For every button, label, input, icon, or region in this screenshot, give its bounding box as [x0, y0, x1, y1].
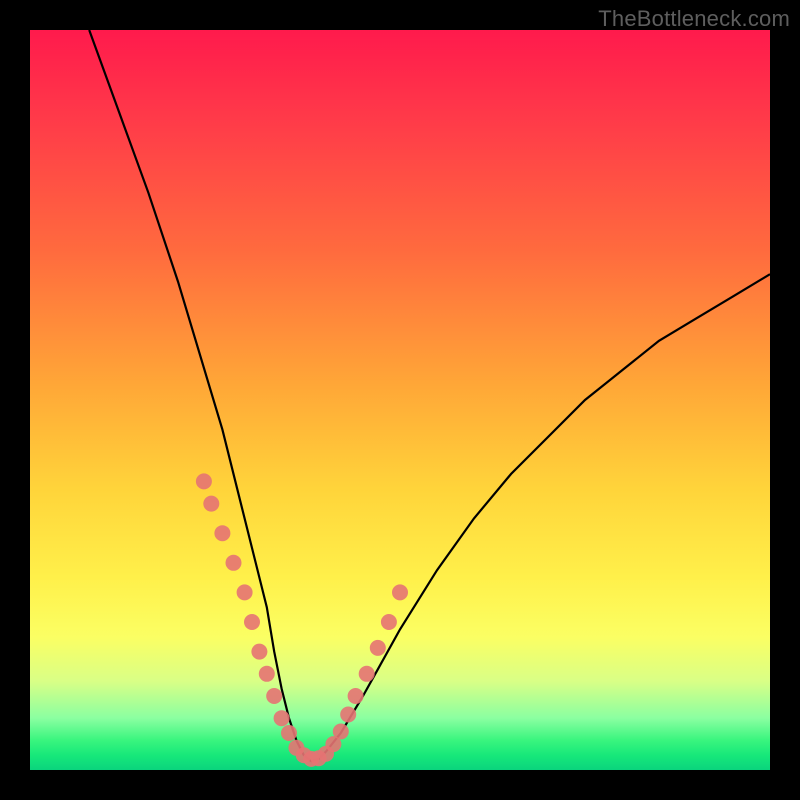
highlight-dot	[370, 640, 386, 656]
curve-line	[89, 30, 770, 761]
highlight-dot	[196, 473, 212, 489]
highlight-dot	[214, 525, 230, 541]
plot-area	[30, 30, 770, 770]
highlight-dot	[226, 555, 242, 571]
bottleneck-curve	[30, 30, 770, 770]
highlight-dot	[244, 614, 260, 630]
highlight-dot	[381, 614, 397, 630]
highlight-dot	[274, 710, 290, 726]
highlight-dots	[196, 473, 408, 767]
highlight-dot	[281, 725, 297, 741]
chart-frame: TheBottleneck.com	[0, 0, 800, 800]
watermark-text: TheBottleneck.com	[598, 6, 790, 32]
highlight-dot	[237, 584, 253, 600]
highlight-dot	[266, 688, 282, 704]
highlight-dot	[333, 724, 349, 740]
highlight-dot	[259, 666, 275, 682]
highlight-dot	[392, 584, 408, 600]
highlight-dot	[348, 688, 364, 704]
highlight-dot	[340, 707, 356, 723]
highlight-dot	[203, 496, 219, 512]
highlight-dot	[359, 666, 375, 682]
highlight-dot	[251, 644, 267, 660]
